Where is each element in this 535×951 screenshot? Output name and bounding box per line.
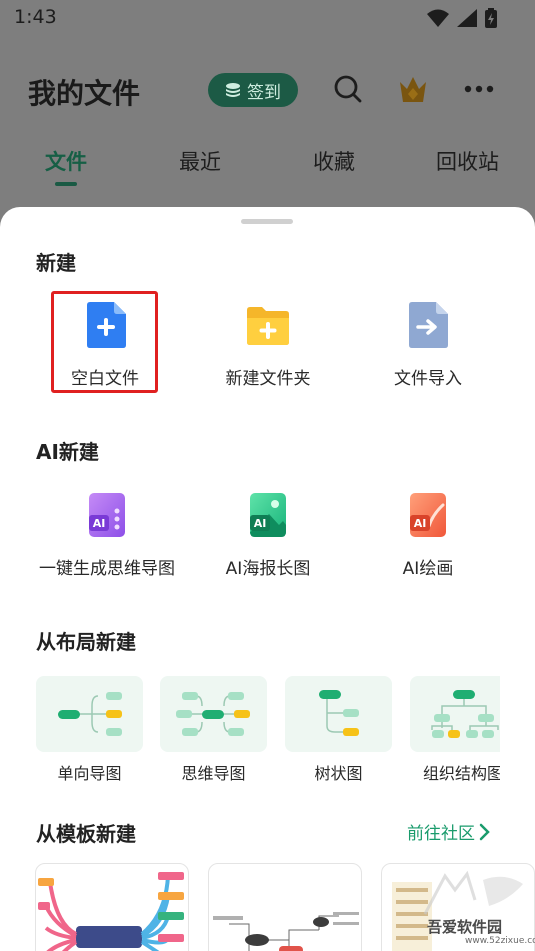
ai-painting-button[interactable]: AI AI绘画 — [353, 492, 503, 579]
tab-bar: 文件 最近 收藏 回收站 — [0, 140, 535, 190]
layout-label-tree-chart: 树状图 — [314, 764, 363, 783]
section-title-layout: 从布局新建 — [36, 630, 136, 654]
svg-text:AI: AI — [254, 517, 267, 530]
layout-card-tree-chart[interactable] — [285, 676, 392, 752]
mind-map-icon — [176, 692, 250, 736]
tab-recent[interactable]: 最近 — [179, 146, 221, 176]
one-way-map-icon — [58, 692, 122, 736]
selection-highlight — [51, 291, 158, 393]
template-thumbnail — [38, 872, 184, 951]
status-time: 1:43 — [14, 6, 57, 28]
file-import-icon — [409, 302, 448, 348]
watermark-url: www.52zixue.com — [465, 936, 535, 946]
ai-poster-label: AI海报长图 — [225, 559, 311, 579]
ai-poster-icon: AI — [250, 493, 286, 537]
tab-files[interactable]: 文件 — [45, 146, 87, 176]
layout-card-one-way-map[interactable] — [36, 676, 143, 752]
template-card[interactable] — [35, 863, 189, 951]
svg-text:AI: AI — [93, 517, 106, 530]
ai-painting-label: AI绘画 — [402, 559, 454, 579]
signin-button[interactable]: 签到 — [208, 73, 298, 107]
watermark-logo — [423, 870, 523, 915]
app-header: 我的文件 签到 — [0, 60, 535, 120]
ai-painting-icon: AI — [410, 493, 446, 537]
layout-label-mind-map: 思维导图 — [181, 764, 246, 783]
file-import-label: 文件导入 — [394, 369, 462, 389]
layout-label-one-way-map: 单向导图 — [57, 764, 122, 783]
tab-favorites[interactable]: 收藏 — [313, 146, 355, 176]
coins-icon — [226, 83, 240, 97]
layout-card-mind-map[interactable] — [160, 676, 267, 752]
chevron-right-icon — [479, 823, 490, 840]
new-folder-icon — [247, 307, 289, 345]
ai-poster-button[interactable]: AI AI海报长图 — [193, 492, 343, 579]
signal-icon — [457, 9, 477, 27]
more-icon[interactable] — [464, 85, 494, 93]
layout-card-org-chart[interactable] — [410, 676, 500, 752]
section-title-template: 从模板新建 — [36, 822, 136, 846]
tab-indicator — [55, 182, 77, 186]
ai-mindmap-button[interactable]: AI 一键生成思维导图 — [32, 492, 182, 579]
template-thumbnail — [213, 912, 359, 951]
page-title: 我的文件 — [28, 77, 141, 110]
template-card[interactable] — [208, 863, 362, 951]
layout-label-org-chart: 组织结构图 — [423, 764, 500, 783]
battery-icon — [485, 8, 497, 28]
crown-icon[interactable] — [396, 72, 430, 106]
community-link-label: 前往社区 — [407, 824, 475, 844]
file-import-button[interactable]: 文件导入 — [353, 302, 503, 389]
status-bar: 1:43 — [0, 0, 535, 36]
new-folder-button[interactable]: 新建文件夹 — [193, 302, 343, 389]
tab-trash[interactable]: 回收站 — [436, 146, 499, 176]
go-to-community-link[interactable]: 前往社区 — [407, 819, 491, 844]
ai-mindmap-label: 一键生成思维导图 — [39, 559, 175, 579]
watermark-text: 吾爱软件园 — [427, 918, 503, 936]
sheet-drag-handle[interactable] — [241, 219, 293, 224]
status-icons — [427, 8, 497, 28]
wifi-icon — [427, 9, 449, 27]
ai-mindmap-icon: AI — [89, 493, 125, 537]
section-title-ai: AI新建 — [36, 440, 99, 464]
new-folder-label: 新建文件夹 — [225, 369, 311, 389]
org-chart-icon — [431, 690, 499, 738]
tree-chart-icon — [319, 690, 359, 736]
create-bottom-sheet: 新建 空白文件 新建文件夹 文件导入 AI新建 AI 一键生成思维导图 AI A… — [0, 207, 535, 951]
watermark: 吾爱软件园 www.52zixue.com — [405, 870, 535, 951]
section-title-new: 新建 — [36, 251, 76, 275]
search-icon[interactable] — [333, 74, 363, 104]
signin-label: 签到 — [247, 82, 281, 103]
svg-text:AI: AI — [414, 517, 427, 530]
